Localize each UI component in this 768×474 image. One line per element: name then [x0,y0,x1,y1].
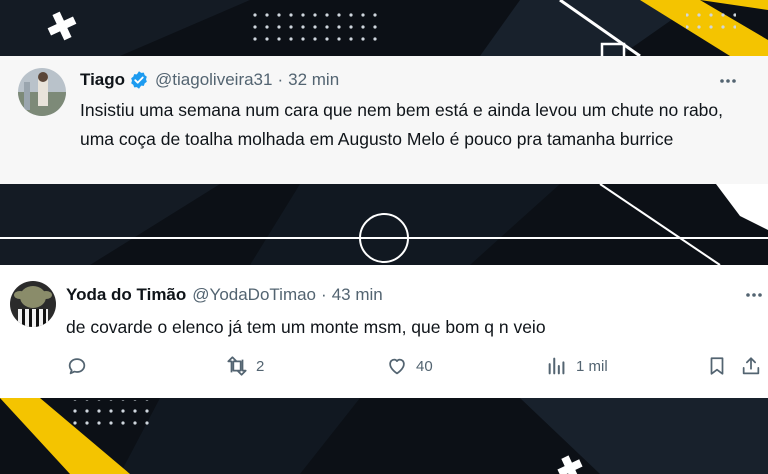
tweet-card-tiago[interactable]: Tiago @tiagoliveira31 · 32 min Insistiu … [0,56,768,184]
separator-dot: · [277,70,284,89]
verified-badge-icon [131,71,147,89]
tweet-header: Yoda do Timão @YodaDoTimao · 43 min [66,285,383,305]
avatar-image [18,68,66,116]
avatar-yoda[interactable] [10,281,56,327]
retweet-count: 2 [256,357,265,375]
user-name[interactable]: Yoda do Timão [66,285,186,305]
retweet-button[interactable]: 2 [226,353,264,379]
avatar-image [10,281,56,327]
timestamp[interactable]: 43 min [332,285,383,305]
more-icon[interactable] [744,285,764,305]
tweet-header: Tiago @tiagoliveira31 · 32 min [80,70,339,90]
tweet-actions: 2 40 1 mil [0,353,768,383]
bookmark-icon [710,357,724,375]
like-icon [389,358,405,375]
views-icon [548,357,565,375]
timestamp[interactable]: 32 min [288,70,339,90]
views-button[interactable]: 1 mil [546,353,608,379]
separator-dot: · [321,285,327,304]
reply-button[interactable] [66,353,96,379]
like-button[interactable]: 40 [386,353,433,379]
share-icon [742,357,760,375]
user-handle[interactable]: @tiagoliveira31 [155,70,272,90]
user-handle[interactable]: @YodaDoTimao [192,285,316,305]
bookmark-button[interactable] [706,353,736,379]
like-count: 40 [416,357,433,375]
avatar-tiago[interactable] [18,68,66,116]
retweet-icon [227,356,247,376]
tweet-text: de covarde o elenco já tem um monte msm,… [66,317,546,337]
share-button[interactable] [740,353,768,379]
user-name[interactable]: Tiago [80,70,125,90]
views-count: 1 mil [576,357,608,375]
reply-icon [68,358,86,375]
more-icon[interactable] [718,71,738,91]
tweet-text: Insistiu uma semana num cara que nem bem… [80,100,724,149]
tweet-card-yoda[interactable]: Yoda do Timão @YodaDoTimao · 43 min de c… [0,265,768,398]
